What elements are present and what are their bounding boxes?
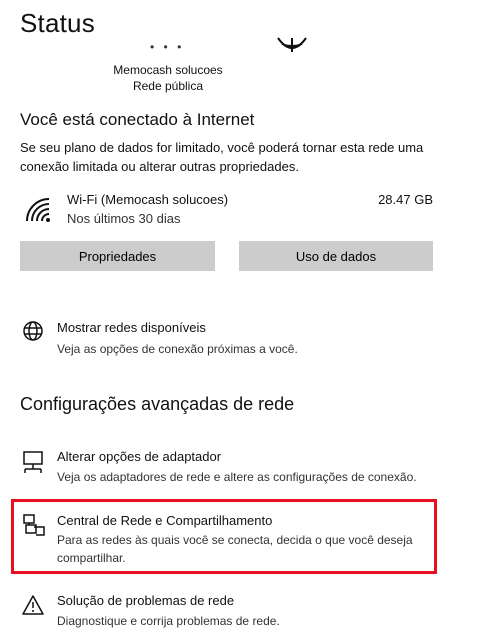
warning-icon: [22, 595, 44, 615]
connection-description: Se seu plano de dados for limitado, você…: [20, 140, 424, 174]
connection-heading: Você está conectado à Internet: [20, 110, 255, 129]
show-available-networks-link[interactable]: Mostrar redes disponíveis Veja as opções…: [0, 318, 494, 362]
advanced-settings-heading: Configurações avançadas de rede: [20, 394, 295, 414]
page-title: Status: [20, 8, 95, 38]
highlight-box: [11, 499, 437, 574]
network-troubleshooter-link[interactable]: Solução de problemas de rede Diagnostiqu…: [0, 592, 494, 632]
dots-icon: • • •: [150, 40, 185, 54]
change-adapter-options-link[interactable]: Alterar opções de adaptador Veja os adap…: [0, 448, 494, 488]
adapter-icon: [23, 451, 43, 473]
show-networks-title: Mostrar redes disponíveis: [57, 320, 206, 335]
data-usage-button[interactable]: Uso de dados: [239, 241, 433, 271]
globe-icon: [23, 321, 43, 341]
adapter-options-description: Veja os adaptadores de rede e altere as …: [57, 470, 417, 484]
wifi-period: Nos últimos 30 dias: [67, 211, 181, 226]
network-type: Rede pública: [132, 79, 204, 93]
troubleshooter-description: Diagnostique e corrija problemas de rede…: [57, 614, 280, 628]
adapter-options-title: Alterar opções de adaptador: [57, 449, 222, 464]
network-name: Memocash solucoes: [113, 63, 223, 77]
properties-button[interactable]: Propriedades: [20, 241, 215, 271]
troubleshooter-title: Solução de problemas de rede: [57, 593, 235, 608]
wifi-data-usage: 28.47 GB: [378, 192, 433, 207]
globe-icon: [277, 37, 307, 52]
wifi-icon: [26, 198, 50, 222]
wifi-name: Wi-Fi (Memocash solucoes): [67, 192, 229, 207]
show-networks-description: Veja as opções de conexão próximas a voc…: [57, 342, 298, 356]
